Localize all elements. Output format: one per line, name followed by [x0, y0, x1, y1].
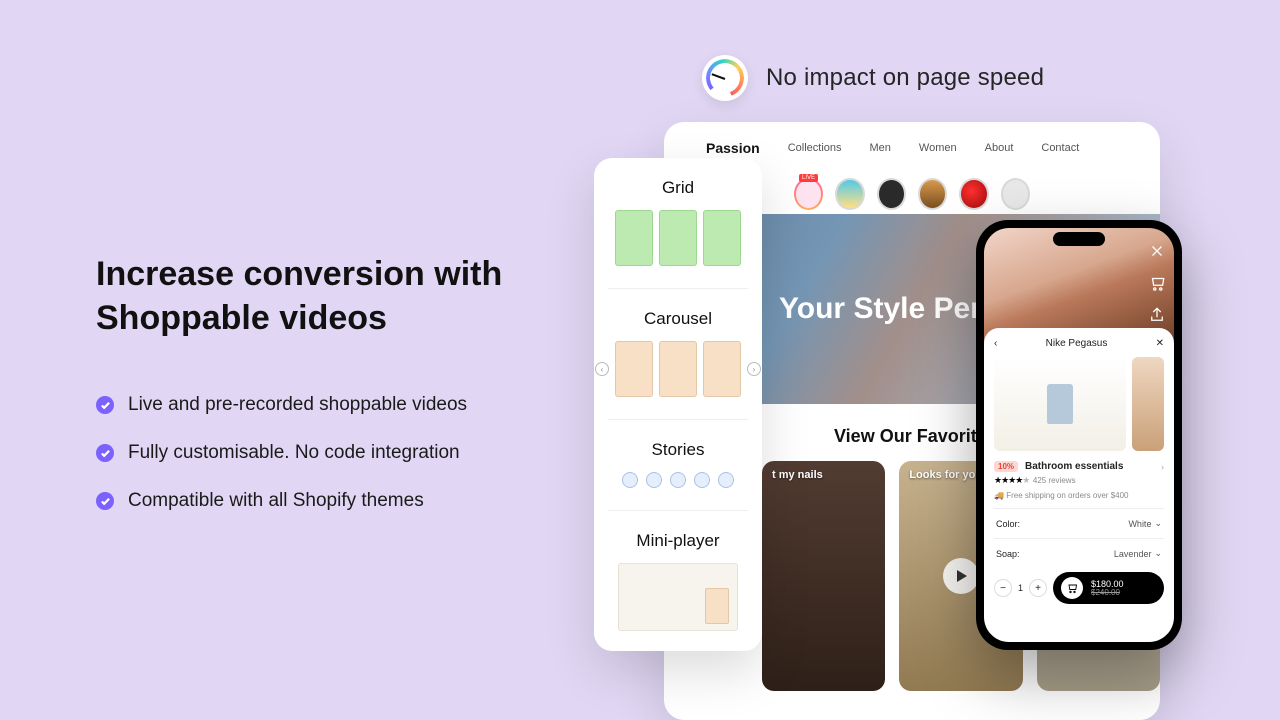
qty-plus[interactable]: +	[1029, 579, 1047, 597]
option-color[interactable]: Color: White ⌄	[994, 508, 1164, 538]
format-grid: Grid	[608, 178, 748, 289]
headline: Increase conversion with Shoppable video…	[96, 252, 546, 340]
chevron-down-icon: ⌄	[1154, 518, 1162, 529]
story-ring[interactable]	[1001, 178, 1030, 210]
qty-minus[interactable]: −	[994, 579, 1012, 597]
feature-item: Fully customisable. No code integration	[96, 442, 467, 464]
old-price: $240.00	[1091, 589, 1124, 597]
chevron-right-icon[interactable]: ›	[1161, 462, 1164, 472]
format-label: Carousel	[644, 309, 712, 329]
cart-icon	[1061, 577, 1083, 599]
share-icon[interactable]	[1148, 306, 1166, 324]
feature-text: Fully customisable. No code integration	[128, 442, 460, 464]
add-to-cart-button[interactable]: $180.00 $240.00	[1053, 572, 1164, 604]
feature-item: Compatible with all Shopify themes	[96, 490, 467, 512]
nav-link[interactable]: Contact	[1041, 142, 1079, 154]
option-label: Soap:	[996, 549, 1020, 559]
option-value: White	[1128, 519, 1151, 529]
qty-value: 1	[1018, 583, 1023, 593]
brand-logo: Passion	[706, 140, 760, 156]
play-icon[interactable]	[943, 558, 979, 594]
close-icon[interactable]: ✕	[1156, 338, 1164, 349]
shipping-note: Free shipping on orders over $400	[1006, 491, 1128, 500]
format-label: Grid	[662, 178, 694, 198]
sheet-title: Nike Pegasus	[1046, 338, 1108, 349]
story-ring[interactable]	[959, 178, 988, 210]
check-icon	[96, 396, 114, 414]
phone-notch	[1053, 232, 1105, 246]
product-title: Bathroom essentials	[1025, 461, 1123, 472]
product-sheet: ‹ Nike Pegasus ✕ 10% Bathroom essentials…	[984, 328, 1174, 642]
format-panel: Grid Carousel ‹ › Stories Mini-player	[594, 158, 762, 651]
feature-text: Live and pre-recorded shoppable videos	[128, 394, 467, 416]
format-label: Stories	[652, 440, 705, 460]
speed-label: No impact on page speed	[766, 64, 1044, 92]
cart-icon[interactable]	[1148, 274, 1166, 292]
story-ring[interactable]	[794, 178, 823, 210]
feature-item: Live and pre-recorded shoppable videos	[96, 394, 467, 416]
card-caption: Looks for you	[909, 469, 982, 481]
nav-link[interactable]: Collections	[788, 142, 842, 154]
card-caption: t my nails	[772, 469, 823, 481]
video-card[interactable]: t my nails	[762, 461, 885, 691]
format-mini-player: Mini-player	[608, 531, 748, 631]
nav-link[interactable]: Women	[919, 142, 957, 154]
back-icon[interactable]: ‹	[994, 338, 997, 349]
feature-list: Live and pre-recorded shoppable videos F…	[96, 394, 467, 512]
review-count: 425 reviews	[1033, 476, 1076, 485]
check-icon	[96, 444, 114, 462]
format-label: Mini-player	[636, 531, 719, 551]
discount-badge: 10%	[994, 461, 1018, 472]
story-ring[interactable]	[835, 178, 864, 210]
mini-player-thumb	[618, 563, 738, 631]
nav-link[interactable]: Men	[870, 142, 891, 154]
format-stories: Stories	[608, 440, 748, 511]
chevron-left-icon[interactable]: ‹	[595, 362, 609, 376]
option-value: Lavender	[1114, 549, 1152, 559]
chevron-down-icon: ⌄	[1154, 548, 1162, 559]
headline-text: Increase conversion with Shoppable video…	[96, 252, 546, 340]
feature-text: Compatible with all Shopify themes	[128, 490, 424, 512]
option-soap[interactable]: Soap: Lavender ⌄	[994, 538, 1164, 568]
check-icon	[96, 492, 114, 510]
chevron-right-icon[interactable]: ›	[747, 362, 761, 376]
story-ring[interactable]	[877, 178, 906, 210]
nav-link[interactable]: About	[985, 142, 1014, 154]
live-badge: LIVE	[799, 174, 818, 182]
gauge-icon	[702, 55, 748, 101]
speed-badge: No impact on page speed	[702, 55, 1044, 101]
star-rating: ★★★★	[994, 475, 1022, 485]
close-icon[interactable]	[1148, 242, 1166, 260]
format-carousel: Carousel ‹ ›	[608, 309, 748, 420]
phone-mock: ‹ Nike Pegasus ✕ 10% Bathroom essentials…	[976, 220, 1182, 650]
story-ring[interactable]	[918, 178, 947, 210]
option-label: Color:	[996, 519, 1020, 529]
